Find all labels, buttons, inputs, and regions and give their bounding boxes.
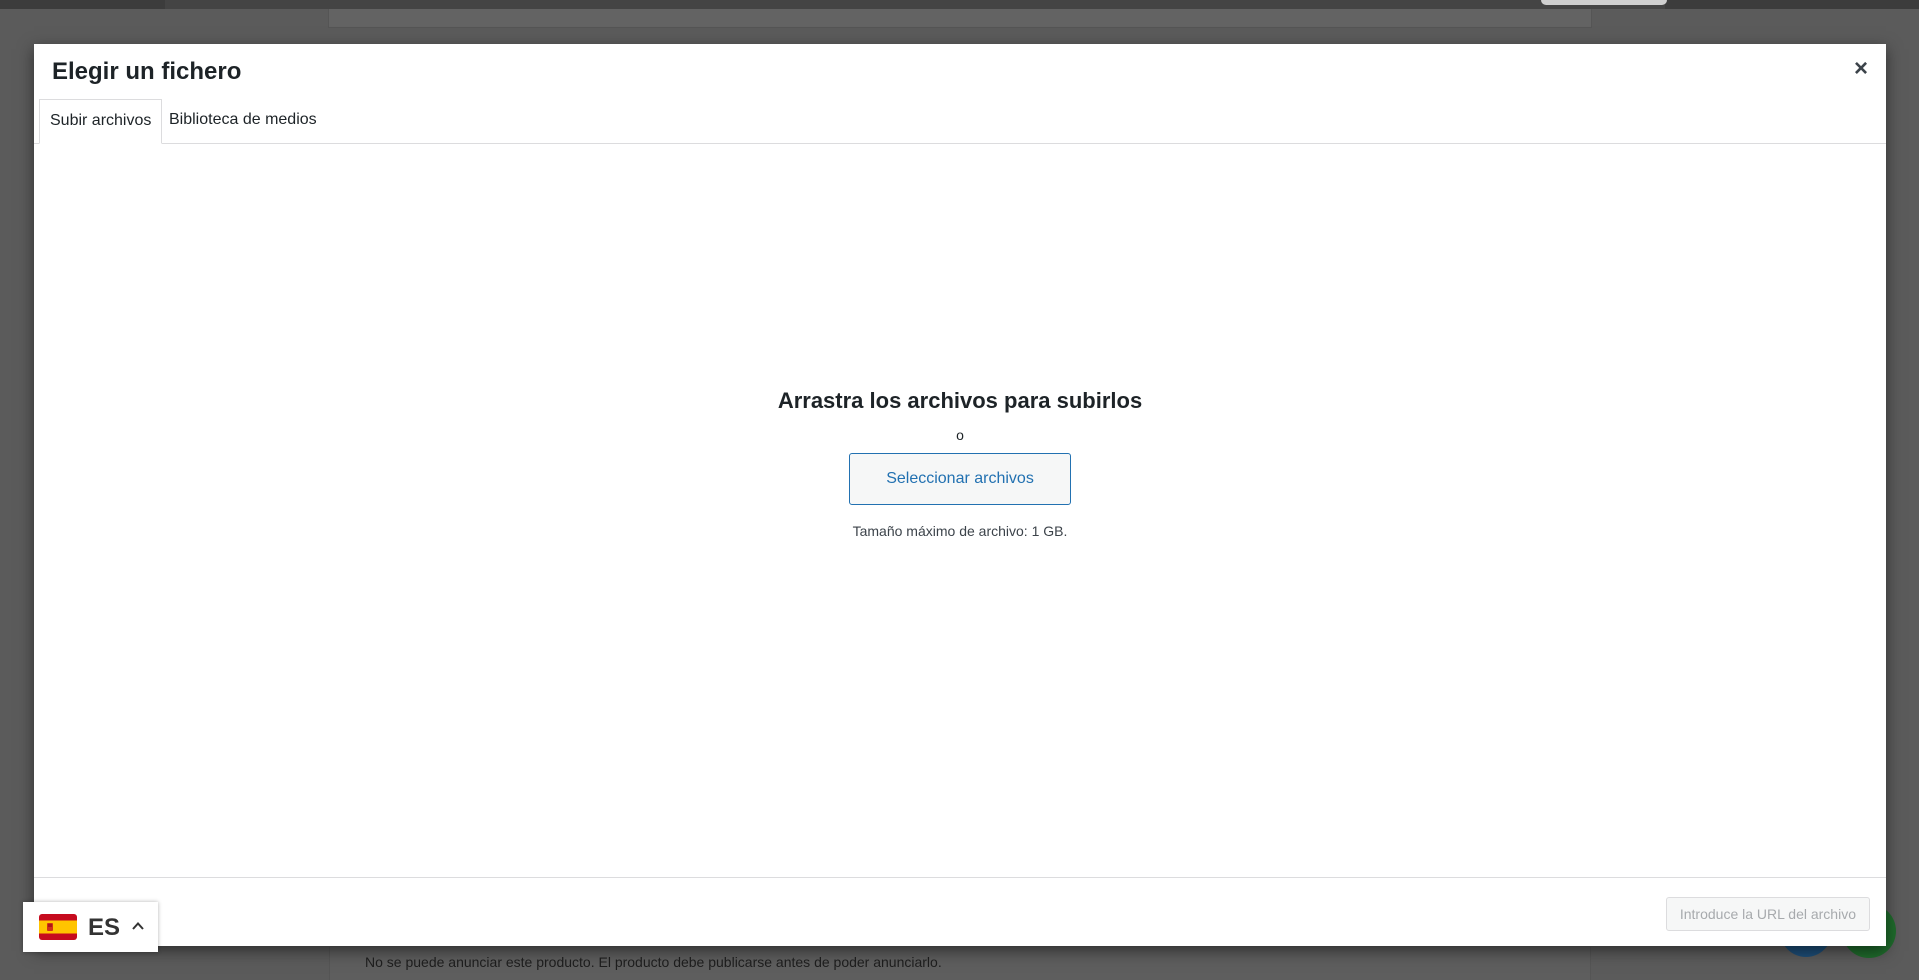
chevron-up-icon bbox=[130, 918, 146, 934]
choose-file-modal: Elegir un fichero × Subir archivos Bibli… bbox=[34, 44, 1886, 946]
tab-upload-files[interactable]: Subir archivos bbox=[39, 99, 163, 144]
background-topbar-inner bbox=[165, 0, 1665, 9]
enter-file-url-button[interactable]: Introduce la URL del archivo bbox=[1665, 897, 1870, 931]
spain-flag-icon bbox=[39, 914, 77, 940]
modal-tabs: Subir archivos Biblioteca de medios bbox=[34, 99, 1886, 144]
modal-toolbar: Introduce la URL del archivo bbox=[34, 877, 1886, 946]
upload-or-text: o bbox=[956, 427, 964, 443]
modal-title: Elegir un fichero bbox=[52, 58, 242, 85]
select-files-button[interactable]: Seleccionar archivos bbox=[849, 453, 1071, 505]
language-code: ES bbox=[88, 914, 121, 941]
background-notice-text: No se puede anunciar este producto. El p… bbox=[365, 954, 942, 970]
upload-instructions: Arrastra los archivos para subirlos bbox=[777, 388, 1143, 413]
tab-media-library[interactable]: Biblioteca de medios bbox=[159, 99, 327, 142]
max-file-size-text: Tamaño máximo de archivo: 1 GB. bbox=[852, 523, 1068, 539]
close-icon: × bbox=[1853, 55, 1868, 82]
background-pill bbox=[1541, 0, 1667, 5]
language-switcher[interactable]: ES bbox=[23, 902, 158, 952]
background-panel bbox=[328, 9, 1592, 28]
background-notice: No se puede anunciar este producto. El p… bbox=[329, 947, 1591, 980]
upload-dropzone[interactable]: Arrastra los archivos para subirlos o Se… bbox=[34, 144, 1886, 878]
close-button[interactable]: × bbox=[1846, 54, 1876, 84]
